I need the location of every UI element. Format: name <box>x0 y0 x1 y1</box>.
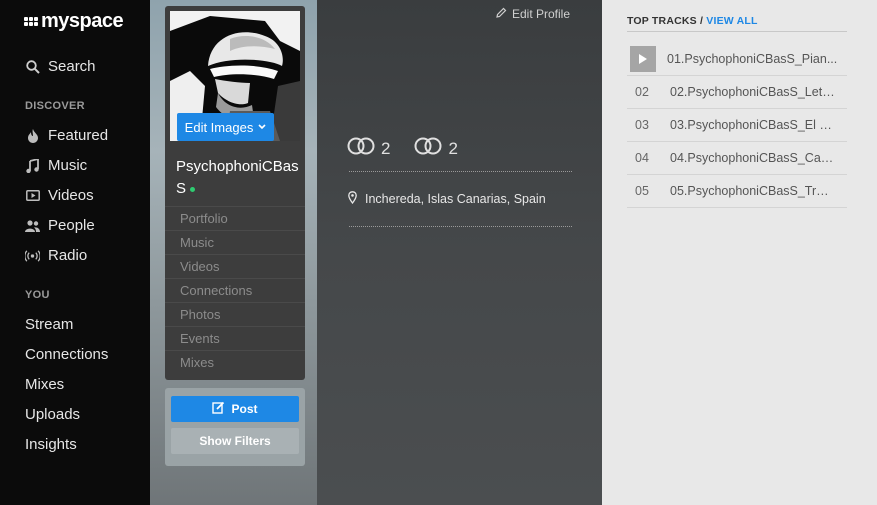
pencil-icon <box>496 7 507 21</box>
location: Inchereda, Islas Canarias, Spain <box>348 191 546 207</box>
track-number: 03 <box>635 118 649 132</box>
location-text: Inchereda, Islas Canarias, Spain <box>365 192 546 206</box>
play-icon[interactable] <box>630 46 656 72</box>
music-note-icon <box>25 158 40 173</box>
nav-item-label: Radio <box>48 247 88 264</box>
nav-item-label: Featured <box>48 127 109 144</box>
edit-profile-label: Edit Profile <box>512 7 571 21</box>
myspace-logo[interactable]: myspace <box>24 10 124 33</box>
edit-profile-link[interactable]: Edit Profile <box>496 7 570 21</box>
top-tracks-heading: TOP TRACKS / VIEW ALL <box>627 15 758 27</box>
compose-icon <box>212 401 225 417</box>
profile-menu-music[interactable]: Music <box>165 230 305 254</box>
connections-in-count: 2 <box>381 138 391 158</box>
edit-images-label: Edit Images <box>184 119 254 135</box>
track-title: 01.PsychophoniCBasS_Pian... <box>667 52 838 66</box>
logo-dots-icon <box>24 17 38 26</box>
nav-item-label: Music <box>48 157 88 174</box>
profile-menu-videos[interactable]: Videos <box>165 254 305 278</box>
nav-item-insights[interactable]: Insights <box>25 436 77 453</box>
connection-stats: 2 2 <box>347 137 476 160</box>
show-filters-button[interactable]: Show Filters <box>171 428 299 454</box>
radio-icon <box>25 248 40 263</box>
track-row[interactable]: 03 03.PsychophoniCBasS_El Pi... <box>627 109 847 142</box>
profile-menu: Portfolio Music Videos Connections Photo… <box>165 206 305 374</box>
top-tracks-title: TOP TRACKS <box>627 15 697 27</box>
track-title: 02.PsychophoniCBasS_Lets ... <box>670 85 835 99</box>
search-label: Search <box>48 58 96 75</box>
connections-out-stat[interactable]: 2 <box>414 137 458 160</box>
profile-card: Edit Images PsychophoniCBasS Portfolio M… <box>165 6 305 380</box>
divider <box>349 171 572 172</box>
heading-separator: / <box>700 15 704 27</box>
video-icon <box>25 188 40 203</box>
nav-item-stream[interactable]: Stream <box>25 316 73 333</box>
edit-images-button[interactable]: Edit Images <box>177 113 274 141</box>
search-icon <box>25 59 40 74</box>
you-heading: YOU <box>25 289 50 301</box>
profile-avatar[interactable]: Edit Images <box>170 11 300 141</box>
nav-item-people[interactable]: People <box>25 217 95 234</box>
post-label: Post <box>231 402 258 416</box>
track-row[interactable]: 01.PsychophoniCBasS_Pian... <box>627 43 847 76</box>
main-background <box>317 0 602 505</box>
profile-menu-portfolio[interactable]: Portfolio <box>165 206 305 230</box>
post-button[interactable]: Post <box>171 396 299 422</box>
chevron-down-icon <box>258 124 266 130</box>
people-icon <box>25 218 40 233</box>
top-tracks-divider <box>627 31 847 32</box>
profile-menu-connections[interactable]: Connections <box>165 278 305 302</box>
nav-item-label: People <box>48 217 95 234</box>
discover-heading: DISCOVER <box>25 100 85 112</box>
track-row[interactable]: 02 02.PsychophoniCBasS_Lets ... <box>627 76 847 109</box>
track-row[interactable]: 04 04.PsychophoniCBasS_Cani... <box>627 142 847 175</box>
online-status-dot <box>190 186 196 192</box>
profile-menu-mixes[interactable]: Mixes <box>165 350 305 374</box>
connections-out-count: 2 <box>448 138 458 158</box>
nav-item-music[interactable]: Music <box>25 157 87 174</box>
profile-menu-photos[interactable]: Photos <box>165 302 305 326</box>
connections-rings-icon <box>347 137 375 160</box>
profile-name-block: PsychophoniCBasS <box>176 156 301 200</box>
nav-item-radio[interactable]: Radio <box>25 247 87 264</box>
view-all-link[interactable]: VIEW ALL <box>706 15 757 27</box>
track-title: 05.PsychophoniCBasS_Tren.... <box>670 184 835 198</box>
nav-item-label: Videos <box>48 187 94 204</box>
flame-icon <box>25 128 40 143</box>
nav-item-mixes[interactable]: Mixes <box>25 376 64 393</box>
logo-text: myspace <box>41 10 124 32</box>
divider <box>349 226 572 227</box>
connections-in-stat[interactable]: 2 <box>347 137 390 160</box>
profile-menu-events[interactable]: Events <box>165 326 305 350</box>
left-navigation: myspace Search DISCOVER Featured Music V… <box>0 0 150 505</box>
search-link[interactable]: Search <box>25 58 96 75</box>
nav-item-videos[interactable]: Videos <box>25 187 94 204</box>
track-row[interactable]: 05 05.PsychophoniCBasS_Tren.... <box>627 175 847 208</box>
connections-rings-icon <box>414 137 442 160</box>
nav-item-uploads[interactable]: Uploads <box>25 406 80 423</box>
track-title: 04.PsychophoniCBasS_Cani... <box>670 151 835 165</box>
track-number: 04 <box>635 151 649 165</box>
profile-actions: Post Show Filters <box>165 388 305 466</box>
track-number: 05 <box>635 184 649 198</box>
nav-item-connections[interactable]: Connections <box>25 346 108 363</box>
track-title: 03.PsychophoniCBasS_El Pi... <box>670 118 835 132</box>
map-pin-icon <box>348 191 357 207</box>
track-number: 02 <box>635 85 649 99</box>
nav-item-featured[interactable]: Featured <box>25 127 108 144</box>
